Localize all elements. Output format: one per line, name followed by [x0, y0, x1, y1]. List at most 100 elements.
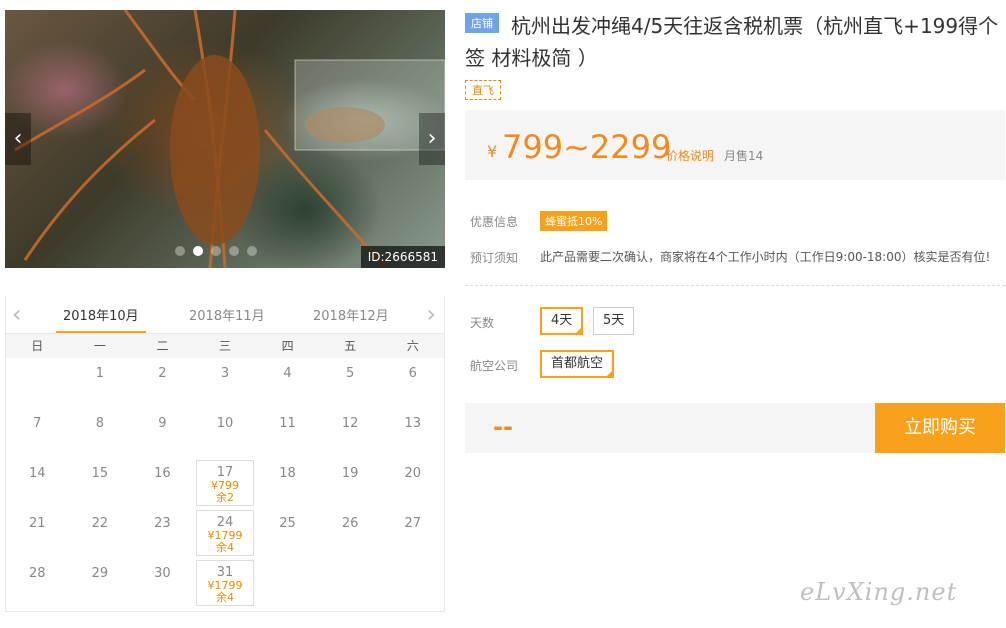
calendar-day: 4 — [256, 358, 319, 408]
day-number: 24 — [216, 515, 234, 530]
calendar-month-tabs: ‹ 2018年10月 2018年11月 2018年12月 › — [6, 296, 444, 334]
product-title: 杭州出发冲绳4/5天往返含税机票（杭州直飞+199得个签 材料极简 ） — [465, 14, 999, 70]
calendar-day — [319, 558, 382, 608]
day-number: 19 — [341, 466, 359, 481]
weekday-label: 四 — [281, 339, 294, 353]
day-number: 15 — [91, 466, 109, 481]
day-number: 30 — [154, 566, 171, 581]
calendar-grid: 1 2 3 4 5 6 7 8 9 10 11 12 13 14 15 16 17 ¥799 余2 18 19 20 21 2… — [6, 358, 444, 608]
calendar-day-available[interactable]: 24 ¥1799 余4 — [195, 510, 255, 556]
gallery-prev-button[interactable]: ‹ — [5, 113, 31, 165]
days-option-5[interactable]: 5天 — [593, 307, 635, 335]
day-remaining: 余4 — [215, 591, 234, 604]
tab-month-1[interactable]: 2018年10月 — [63, 305, 139, 324]
days-option-4[interactable]: 4天 — [540, 307, 584, 335]
price-note-link[interactable]: 价格说明 — [666, 147, 714, 164]
calendar-day: 26 — [319, 508, 382, 558]
day-number: 22 — [91, 516, 109, 531]
gallery-next-button[interactable]: › — [419, 113, 445, 165]
gallery-dot[interactable] — [247, 246, 257, 256]
gallery-dot[interactable] — [193, 246, 203, 256]
calendar-day: 18 — [256, 458, 319, 508]
day-number: 17 — [216, 465, 234, 480]
gallery-dot[interactable] — [211, 246, 221, 256]
day-number: 1 — [95, 366, 104, 381]
promo-label: 优惠信息 — [470, 215, 519, 229]
tab-month-2[interactable]: 2018年11月 — [189, 305, 265, 324]
calendar-day-available[interactable]: 31 ¥1799 余4 — [195, 560, 255, 606]
day-number: 31 — [216, 565, 234, 580]
day-number: 23 — [154, 516, 171, 531]
airline-label: 航空公司 — [470, 359, 519, 373]
day-number: 26 — [341, 516, 359, 531]
divider — [465, 285, 1005, 286]
image-id-label: ID:2666581 — [360, 246, 445, 268]
calendar-day: 29 — [69, 558, 132, 608]
calendar-day: 20 — [381, 458, 444, 508]
calendar-next-icon[interactable]: › — [426, 300, 436, 328]
day-number: 8 — [95, 416, 104, 431]
active-month-indicator — [56, 331, 146, 333]
gallery-dot[interactable] — [175, 246, 185, 256]
weekday-label: 五 — [344, 339, 357, 353]
weekday-label: 三 — [219, 339, 232, 353]
calendar-day: 27 — [381, 508, 444, 558]
total-price: -- — [493, 413, 513, 441]
day-number: 28 — [29, 566, 46, 581]
day-number: 7 — [33, 416, 42, 431]
calendar-day: 9 — [131, 408, 194, 458]
calendar-day: 3 — [194, 358, 257, 408]
tab-month-3[interactable]: 2018年12月 — [313, 305, 389, 324]
promo-badge: 蜂蜜抵10% — [540, 211, 608, 231]
calendar-day-available[interactable]: 17 ¥799 余2 — [195, 460, 255, 506]
notice-label: 预订须知 — [470, 251, 519, 265]
calendar-day — [381, 558, 444, 608]
calendar-day: 6 — [381, 358, 444, 408]
day-number: 14 — [29, 466, 46, 481]
calendar-day: 14 — [6, 458, 69, 508]
day-number: 10 — [216, 416, 234, 431]
calendar-day: 28 — [6, 558, 69, 608]
currency-symbol: ¥ — [487, 142, 498, 161]
day-number: 20 — [404, 466, 421, 481]
site-watermark: eLvXing.net — [800, 578, 958, 606]
calendar-day — [256, 558, 319, 608]
buy-now-button[interactable]: 立即购买 — [875, 403, 1005, 453]
day-number: 27 — [404, 516, 421, 531]
day-number: 2 — [158, 366, 167, 381]
day-number: 12 — [341, 416, 359, 431]
calendar-day: 2 — [131, 358, 194, 408]
calendar-day: 12 — [319, 408, 382, 458]
calendar-day: 8 — [69, 408, 132, 458]
weekday-label: 二 — [156, 339, 169, 353]
calendar-day: 25 — [256, 508, 319, 558]
day-number: 18 — [279, 466, 296, 481]
day-number: 21 — [29, 516, 46, 531]
weekday-label: 六 — [406, 339, 419, 353]
gallery-dot[interactable] — [229, 246, 239, 256]
day-number: 6 — [408, 366, 417, 381]
airline-option[interactable]: 首都航空 — [540, 350, 615, 378]
monthly-sales: 月售14 — [724, 149, 764, 163]
day-number: 29 — [91, 566, 109, 581]
calendar-prev-icon[interactable]: ‹ — [12, 300, 22, 328]
calendar-day: 5 — [319, 358, 382, 408]
calendar-day: 30 — [131, 558, 194, 608]
day-number: 11 — [279, 416, 296, 431]
lobster-photo — [14, 10, 445, 268]
calendar-day: 19 — [319, 458, 382, 508]
day-number: 25 — [279, 516, 296, 531]
day-number: 16 — [154, 466, 171, 481]
booking-notice: 此产品需要二次确认，商家将在4个工作小时内（工作日9:00-18:00）核实是否… — [540, 250, 991, 264]
day-number: 9 — [158, 416, 167, 431]
direct-flight-tag: 直飞 — [465, 80, 501, 100]
calendar-day: 22 — [69, 508, 132, 558]
price-box: ¥ 799~2299 价格说明 月售14 — [465, 110, 1005, 180]
weekday-label: 一 — [93, 339, 106, 353]
day-remaining: 余4 — [215, 541, 234, 554]
weekday-label: 日 — [31, 339, 44, 353]
calendar-day: 7 — [6, 408, 69, 458]
product-image-gallery: ‹ › ID:2666581 — [5, 10, 445, 268]
days-label: 天数 — [470, 316, 495, 330]
price-range: 799~2299 — [502, 128, 672, 166]
